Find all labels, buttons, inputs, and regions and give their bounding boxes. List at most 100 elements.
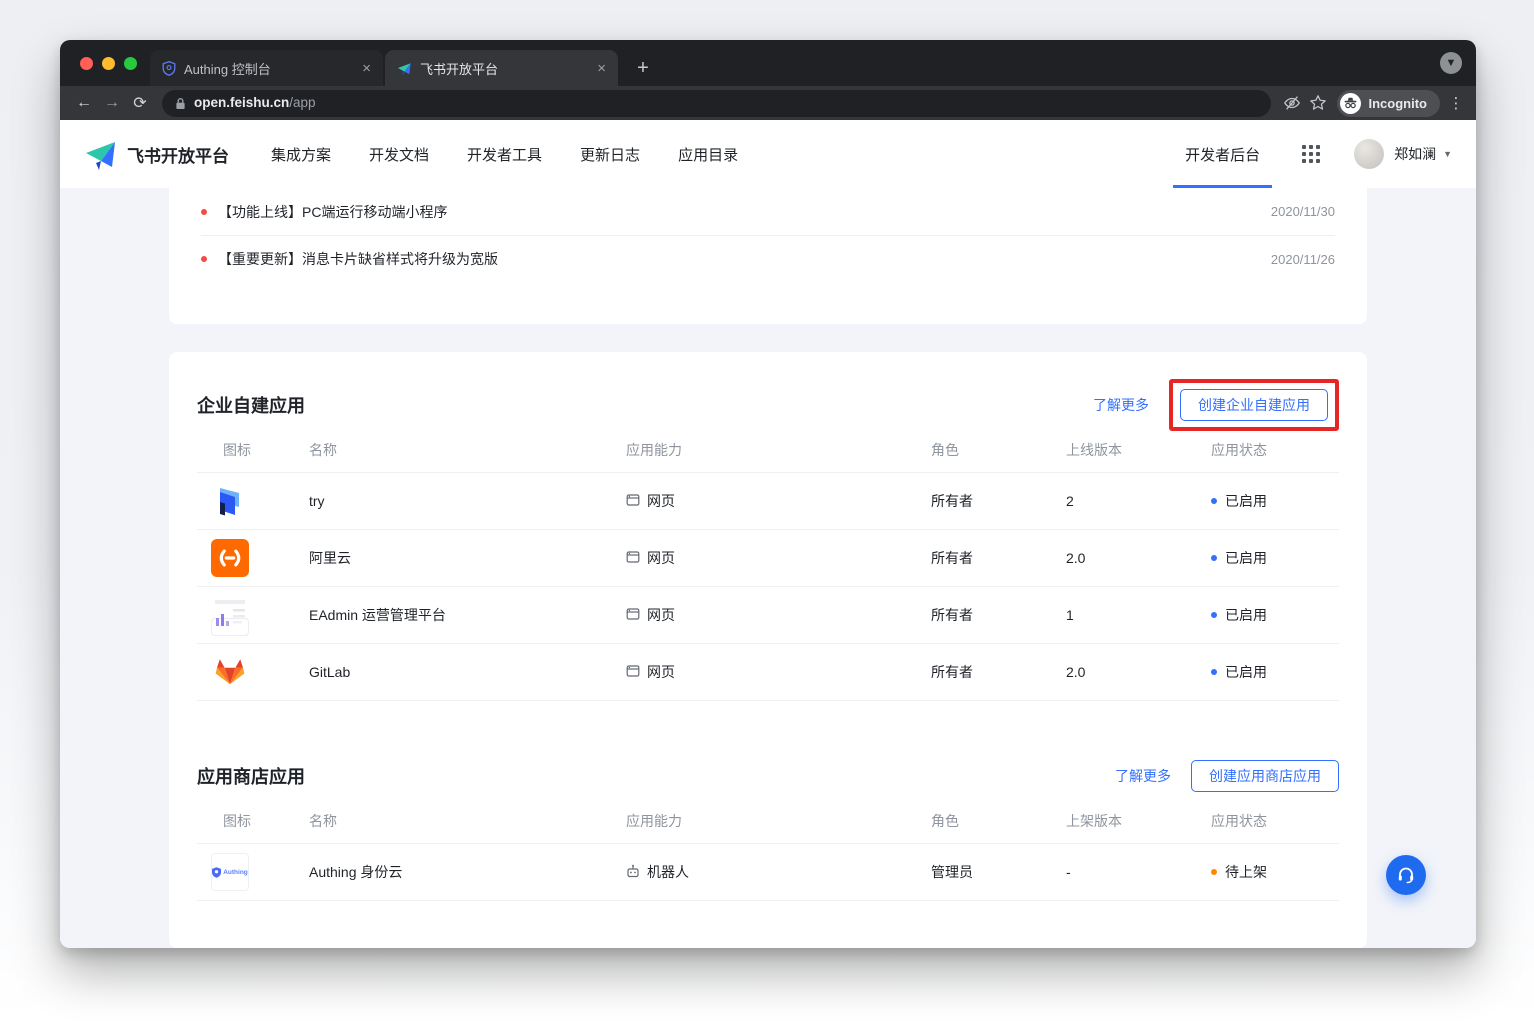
table-row[interactable]: 阿里云 网页 所有者 2.0 已启用 bbox=[197, 530, 1339, 587]
close-tab-icon[interactable]: × bbox=[358, 59, 375, 78]
maximize-window-button[interactable] bbox=[124, 57, 137, 70]
address-bar[interactable]: open.feishu.cn/app bbox=[162, 90, 1271, 117]
user-name[interactable]: 郑如澜 bbox=[1394, 144, 1436, 164]
tab-search-button[interactable]: ▼ bbox=[1440, 52, 1462, 74]
feishu-brand[interactable]: 飞书开放平台 bbox=[84, 137, 229, 171]
section-title: 应用商店应用 bbox=[197, 763, 305, 789]
app-name: 阿里云 bbox=[309, 548, 626, 568]
column-header: 图标 bbox=[197, 811, 309, 831]
feishu-plane-icon bbox=[397, 61, 412, 76]
authing-app-icon: Authing bbox=[211, 853, 249, 891]
reload-button[interactable]: ⟳ bbox=[126, 89, 154, 117]
learn-more-link[interactable]: 了解更多 bbox=[1093, 395, 1149, 415]
nav-item[interactable]: 集成方案 bbox=[271, 144, 331, 165]
avatar[interactable] bbox=[1354, 139, 1384, 169]
app-name: GitLab bbox=[309, 664, 626, 680]
column-header: 应用状态 bbox=[1211, 811, 1339, 831]
nav-item[interactable]: 更新日志 bbox=[580, 144, 640, 165]
app-version: 1 bbox=[1066, 607, 1211, 623]
browser-toolbar: ← → ⟳ open.feishu.cn/app Incognito ⋮ bbox=[60, 86, 1476, 120]
url-path: /app bbox=[289, 95, 315, 110]
app-capability: 网页 bbox=[626, 605, 931, 625]
close-tab-icon[interactable]: × bbox=[593, 59, 610, 78]
app-version: 2 bbox=[1066, 493, 1211, 509]
minimize-window-button[interactable] bbox=[102, 57, 115, 70]
browser-tab-authing[interactable]: Authing 控制台 × bbox=[150, 50, 383, 86]
announcement-text: 【功能上线】PC端运行移动端小程序 bbox=[218, 202, 447, 222]
brand-name: 飞书开放平台 bbox=[127, 142, 229, 167]
gitlab-app-icon bbox=[211, 653, 249, 691]
incognito-badge: Incognito bbox=[1337, 90, 1441, 117]
app-status: 已启用 bbox=[1211, 548, 1339, 568]
app-icon-cell bbox=[197, 653, 309, 691]
app-name: Authing 身份云 bbox=[309, 862, 626, 882]
web-capability-icon bbox=[626, 550, 640, 564]
lock-icon bbox=[175, 97, 186, 110]
app-name: EAdmin 运营管理平台 bbox=[309, 605, 626, 625]
incognito-label: Incognito bbox=[1369, 96, 1428, 111]
table-header: 图标名称应用能力角色上架版本应用状态 bbox=[197, 799, 1339, 844]
back-button[interactable]: ← bbox=[70, 89, 98, 117]
table-row[interactable]: EAdmin 运营管理平台 网页 所有者 1 已启用 bbox=[197, 587, 1339, 644]
app-capability: 网页 bbox=[626, 548, 931, 568]
apps-card: 企业自建应用 了解更多 创建企业自建应用 图标名称应用能力角色上线版本应用状态 … bbox=[169, 352, 1367, 948]
tab-title: 飞书开放平台 bbox=[420, 59, 585, 78]
table-row[interactable]: try 网页 所有者 2 已启用 bbox=[197, 473, 1339, 530]
app-capability: 网页 bbox=[626, 662, 931, 682]
browser-tab-feishu[interactable]: 飞书开放平台 × bbox=[385, 50, 618, 86]
app-version: 2.0 bbox=[1066, 550, 1211, 566]
app-capability: 机器人 bbox=[626, 862, 931, 882]
status-label: 已启用 bbox=[1225, 548, 1267, 568]
app-status: 已启用 bbox=[1211, 662, 1339, 682]
page-content: 【功能上线】PC端运行移动端小程序 2020/11/30 【重要更新】消息卡片缺… bbox=[60, 188, 1476, 948]
headset-icon bbox=[1396, 865, 1416, 885]
app-role: 管理员 bbox=[931, 862, 1066, 882]
nav-item[interactable]: 开发文档 bbox=[369, 144, 429, 165]
try-app-icon bbox=[211, 482, 249, 520]
shield-icon bbox=[162, 61, 176, 76]
app-role: 所有者 bbox=[931, 548, 1066, 568]
tab-title: Authing 控制台 bbox=[184, 59, 350, 78]
eadmin-app-icon bbox=[211, 618, 249, 636]
announcement-item[interactable]: 【重要更新】消息卡片缺省样式将升级为宽版 2020/11/26 bbox=[201, 235, 1335, 282]
eye-off-icon[interactable] bbox=[1279, 90, 1305, 116]
announcement-card: 【功能上线】PC端运行移动端小程序 2020/11/30 【重要更新】消息卡片缺… bbox=[169, 188, 1367, 324]
close-window-button[interactable] bbox=[80, 57, 93, 70]
nav-item[interactable]: 应用目录 bbox=[678, 144, 738, 165]
status-dot-icon bbox=[1211, 612, 1217, 618]
table-row[interactable]: Authing Authing 身份云 机器人 管理员 - 待上架 bbox=[197, 844, 1339, 901]
app-name: try bbox=[309, 493, 626, 509]
announcement-date: 2020/11/26 bbox=[1271, 252, 1335, 267]
status-label: 待上架 bbox=[1225, 862, 1267, 882]
status-label: 已启用 bbox=[1225, 605, 1267, 625]
nav-item[interactable]: 开发者工具 bbox=[467, 144, 542, 165]
announcement-item[interactable]: 【功能上线】PC端运行移动端小程序 2020/11/30 bbox=[201, 188, 1335, 235]
developer-console-tab[interactable]: 开发者后台 bbox=[1181, 120, 1264, 188]
app-status: 待上架 bbox=[1211, 862, 1339, 882]
support-fab[interactable] bbox=[1386, 855, 1426, 895]
table-row[interactable]: GitLab 网页 所有者 2.0 已启用 bbox=[197, 644, 1339, 701]
column-header: 图标 bbox=[197, 440, 309, 460]
forward-button[interactable]: → bbox=[98, 89, 126, 117]
column-header: 应用状态 bbox=[1211, 440, 1339, 460]
app-store-section-header: 应用商店应用 了解更多 创建应用商店应用 bbox=[197, 701, 1339, 799]
browser-menu-icon[interactable]: ⋮ bbox=[1446, 94, 1466, 112]
chevron-down-icon[interactable]: ▼ bbox=[1443, 149, 1452, 159]
app-status: 已启用 bbox=[1211, 491, 1339, 511]
column-header: 上架版本 bbox=[1066, 811, 1211, 831]
new-tab-button[interactable]: + bbox=[628, 53, 658, 83]
column-header: 应用能力 bbox=[626, 440, 931, 460]
url-host: open.feishu.cn bbox=[194, 95, 289, 110]
app-version: 2.0 bbox=[1066, 664, 1211, 680]
self-built-section-header: 企业自建应用 了解更多 创建企业自建应用 bbox=[197, 352, 1339, 428]
learn-more-link[interactable]: 了解更多 bbox=[1115, 766, 1171, 786]
aliyun-app-icon bbox=[211, 539, 249, 577]
site-viewport: 飞书开放平台 集成方案 开发文档 开发者工具 更新日志 应用目录 开发者后台 郑如澜 ▼… bbox=[60, 120, 1476, 948]
bookmark-star-icon[interactable] bbox=[1305, 90, 1331, 116]
apps-grid-icon[interactable] bbox=[1302, 145, 1320, 163]
create-app-store-app-button[interactable]: 创建应用商店应用 bbox=[1191, 760, 1339, 792]
app-status: 已启用 bbox=[1211, 605, 1339, 625]
status-label: 已启用 bbox=[1225, 662, 1267, 682]
create-self-built-app-button[interactable]: 创建企业自建应用 bbox=[1180, 389, 1328, 421]
window-controls[interactable] bbox=[80, 57, 137, 70]
